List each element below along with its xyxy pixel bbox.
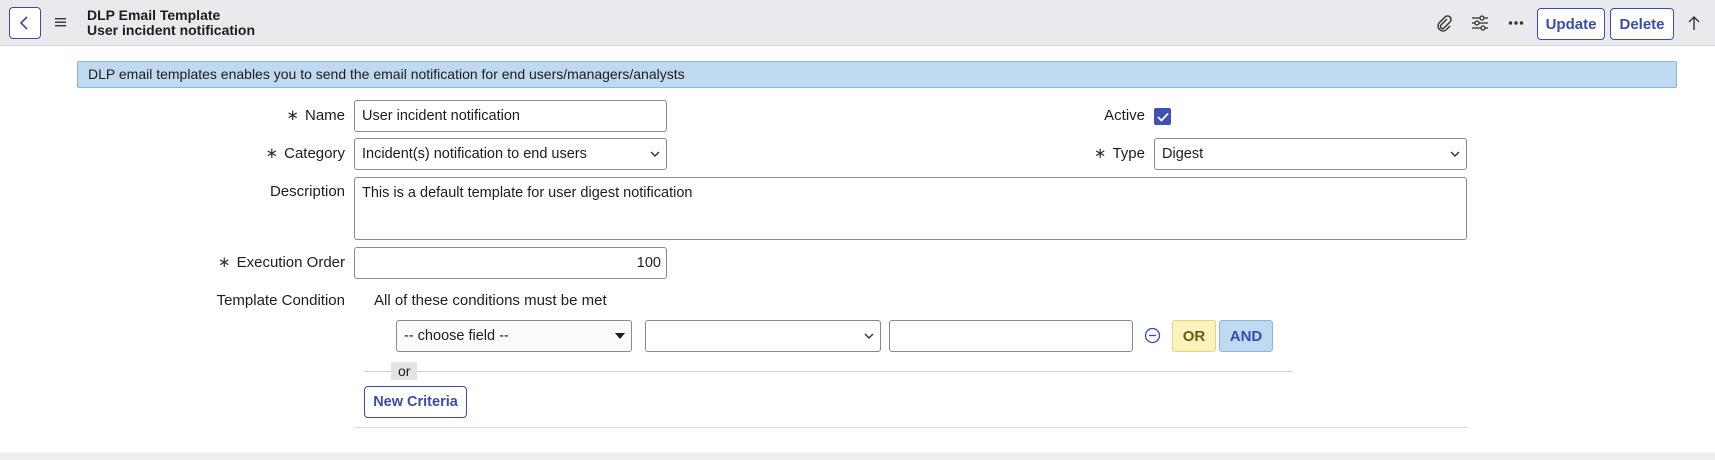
category-value: Incident(s) notification to end users <box>362 146 587 162</box>
record-type-title: DLP Email Template <box>87 7 221 23</box>
and-button[interactable]: AND <box>1219 320 1273 352</box>
required-icon: ∗ <box>1093 145 1107 162</box>
category-label: ∗ Category <box>200 144 345 164</box>
type-label: ∗ Type <box>1060 144 1145 164</box>
type-select[interactable]: Digest <box>1154 138 1467 170</box>
conditions-note: All of these conditions must be met <box>374 292 607 309</box>
active-label: Active <box>1104 107 1145 124</box>
remove-condition-icon[interactable] <box>1144 327 1161 344</box>
required-icon: ∗ <box>286 107 299 124</box>
required-icon: ∗ <box>265 145 279 162</box>
choose-field-select[interactable]: -- choose field -- <box>396 320 632 352</box>
name-label-text: Name <box>304 107 345 124</box>
caret-down-icon <box>615 331 625 341</box>
menu-icon[interactable] <box>53 14 69 30</box>
operator-select[interactable] <box>645 320 881 352</box>
category-select[interactable]: Incident(s) notification to end users <box>354 138 667 170</box>
arrow-up-icon[interactable] <box>1683 12 1705 34</box>
category-label-text: Category <box>284 145 345 162</box>
condition-value-input[interactable] <box>889 320 1133 352</box>
choose-field-value: -- choose field -- <box>404 328 509 344</box>
back-icon <box>19 16 28 30</box>
required-icon: ∗ <box>218 254 231 271</box>
or-divider-line <box>364 371 1293 372</box>
type-label-text: Type <box>1112 145 1145 162</box>
divider <box>354 427 1467 428</box>
chevron-down-icon <box>1450 149 1460 159</box>
execution-order-label: ∗ Execution Order <box>180 253 345 273</box>
page-footer-band <box>0 453 1715 460</box>
chevron-down-icon <box>650 149 660 159</box>
name-field[interactable]: User incident notification <box>354 100 667 132</box>
delete-button[interactable]: Delete <box>1610 8 1674 40</box>
execution-order-field[interactable]: 100 <box>354 247 667 279</box>
form-header: DLP Email Template User incident notific… <box>0 0 1715 46</box>
execution-order-label-text: Execution Order <box>236 254 345 271</box>
description-label: Description <box>269 183 345 200</box>
settings-sliders-icon[interactable] <box>1469 12 1491 34</box>
description-field[interactable]: This is a default template for user dige… <box>354 177 1467 240</box>
paperclip-icon[interactable] <box>1433 12 1455 34</box>
new-criteria-button[interactable]: New Criteria <box>364 386 467 418</box>
active-checkbox[interactable] <box>1154 108 1171 125</box>
info-banner: DLP email templates enables you to send … <box>77 61 1677 88</box>
chevron-down-icon <box>864 331 874 341</box>
page-title: DLP Email Template User incident notific… <box>87 8 255 38</box>
checkmark-icon <box>1156 112 1169 122</box>
or-button[interactable]: OR <box>1172 320 1216 352</box>
back-button[interactable] <box>9 7 41 39</box>
more-icon[interactable] <box>1505 12 1527 34</box>
name-label: ∗ Name <box>220 106 345 126</box>
record-name-title: User incident notification <box>87 22 256 38</box>
update-button[interactable]: Update <box>1537 8 1605 40</box>
type-value: Digest <box>1162 146 1204 162</box>
or-divider-label: or <box>391 362 418 380</box>
template-condition-label: Template Condition <box>216 292 345 309</box>
